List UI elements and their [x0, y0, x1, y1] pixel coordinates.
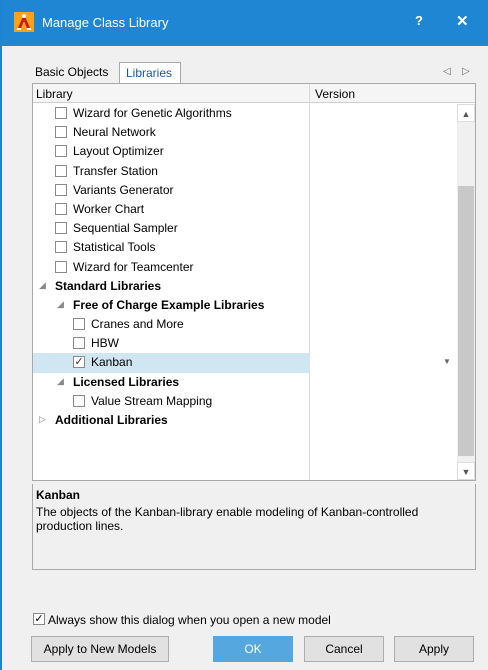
column-header-library[interactable]: Library — [36, 87, 73, 101]
tab-scroll-right-icon[interactable]: ▷ — [462, 66, 470, 77]
cancel-button[interactable]: Cancel — [304, 636, 384, 662]
library-checkbox[interactable] — [55, 164, 67, 177]
version-dropdown-icon[interactable]: ▼ — [443, 357, 451, 366]
library-checkbox[interactable] — [55, 183, 67, 196]
tree-group-row[interactable]: ◢ Free of Charge Example Libraries — [33, 296, 457, 315]
library-row[interactable]: Cranes and More — [33, 315, 457, 334]
library-label: Wizard for Genetic Algorithms — [73, 106, 232, 120]
library-label: Statistical Tools — [73, 240, 156, 255]
library-checkbox[interactable] — [55, 126, 67, 139]
library-row[interactable]: Variants Generator — [33, 181, 457, 200]
tab-basic-objects[interactable]: Basic Objects — [29, 62, 117, 83]
group-label: Free of Charge Example Libraries — [73, 297, 265, 312]
library-label: Variants Generator — [73, 182, 174, 197]
library-checkbox[interactable] — [73, 318, 85, 331]
library-label: Value Stream Mapping — [91, 393, 213, 408]
library-checkbox[interactable] — [55, 241, 67, 254]
column-header-version[interactable]: Version — [315, 87, 355, 101]
scroll-down-icon[interactable]: ▼ — [457, 462, 475, 480]
library-row[interactable]: Layout Optimizer — [33, 142, 457, 161]
collapse-arrow-icon[interactable]: ▷ — [39, 414, 46, 425]
apply-to-new-models-button[interactable]: Apply to New Models — [31, 636, 169, 662]
tree-group-row[interactable]: ◢ Standard Libraries — [33, 277, 457, 296]
library-label: Cranes and More — [91, 317, 184, 332]
library-checkbox[interactable] — [55, 202, 67, 215]
library-row[interactable]: Statistical Tools — [33, 238, 457, 257]
library-row[interactable]: Wizard for Genetic Algorithms — [33, 104, 457, 123]
library-checkbox[interactable]: ✓ — [73, 356, 85, 369]
app-logo-icon — [14, 12, 34, 32]
manage-class-library-dialog: Manage Class Library ? ✕ Basic Objects L… — [0, 0, 488, 670]
description-text: The objects of the Kanban-library enable… — [36, 505, 419, 533]
group-label: Additional Libraries — [55, 413, 168, 427]
library-checkbox[interactable] — [73, 394, 85, 407]
library-row[interactable]: Value Stream Mapping — [33, 392, 457, 411]
scroll-up-icon[interactable]: ▲ — [457, 104, 475, 122]
window-title: Manage Class Library — [42, 15, 169, 30]
expand-arrow-icon[interactable]: ◢ — [39, 280, 46, 291]
expand-arrow-icon[interactable]: ◢ — [57, 299, 64, 310]
library-checkbox[interactable] — [55, 260, 67, 273]
library-row[interactable]: Sequential Sampler — [33, 219, 457, 238]
library-checkbox[interactable] — [55, 222, 67, 235]
tree-group-row[interactable]: ▷ Additional Libraries — [33, 411, 457, 430]
expand-arrow-icon[interactable]: ◢ — [57, 376, 64, 387]
tab-libraries[interactable]: Libraries — [119, 62, 181, 83]
library-checkbox[interactable] — [73, 337, 85, 350]
library-label: Neural Network — [73, 125, 156, 140]
tree-group-row[interactable]: ◢ Licensed Libraries — [33, 373, 457, 392]
library-row[interactable]: ✓ Kanban ▼ — [33, 353, 457, 373]
description-title: Kanban — [36, 488, 81, 502]
grid-header: Library Version — [33, 84, 475, 103]
library-label: Kanban — [91, 355, 133, 370]
library-row[interactable]: Transfer Station — [33, 162, 457, 181]
library-checkbox[interactable] — [55, 145, 67, 158]
library-list: Wizard for Genetic Algorithms Neural Netw… — [33, 104, 457, 430]
close-button[interactable]: ✕ — [456, 12, 469, 30]
library-row[interactable]: Worker Chart — [33, 200, 457, 219]
version-select[interactable] — [310, 353, 457, 373]
library-label: HBW — [91, 336, 119, 351]
apply-button[interactable]: Apply — [394, 636, 474, 662]
always-show-label[interactable]: Always show this dialog when you open a … — [48, 613, 331, 627]
library-row[interactable]: HBW — [33, 334, 457, 353]
library-label: Sequential Sampler — [73, 221, 178, 236]
scroll-thumb[interactable] — [458, 186, 474, 456]
title-bar: Manage Class Library ? ✕ — [2, 0, 488, 46]
library-label: Wizard for Teamcenter — [73, 259, 194, 274]
description-panel: Kanban The objects of the Kanban-library… — [32, 484, 476, 570]
library-label: Worker Chart — [73, 201, 145, 216]
library-label: Transfer Station — [73, 163, 158, 178]
group-label: Licensed Libraries — [73, 374, 180, 389]
always-show-checkbox[interactable]: ✓ — [33, 613, 45, 625]
group-label: Standard Libraries — [55, 278, 162, 293]
tab-scroll-left-icon[interactable]: ◁ — [443, 66, 451, 77]
ok-button[interactable]: OK — [213, 636, 293, 662]
library-checkbox[interactable] — [55, 107, 67, 119]
library-grid: Library Version Wizard for Genetic Algor… — [32, 83, 476, 481]
library-row[interactable]: Neural Network — [33, 123, 457, 142]
vertical-scrollbar[interactable]: ▲ ▼ — [457, 104, 475, 480]
library-row[interactable]: Wizard for Teamcenter — [33, 258, 457, 277]
library-label: Layout Optimizer — [73, 144, 164, 159]
help-button[interactable]: ? — [415, 13, 423, 28]
